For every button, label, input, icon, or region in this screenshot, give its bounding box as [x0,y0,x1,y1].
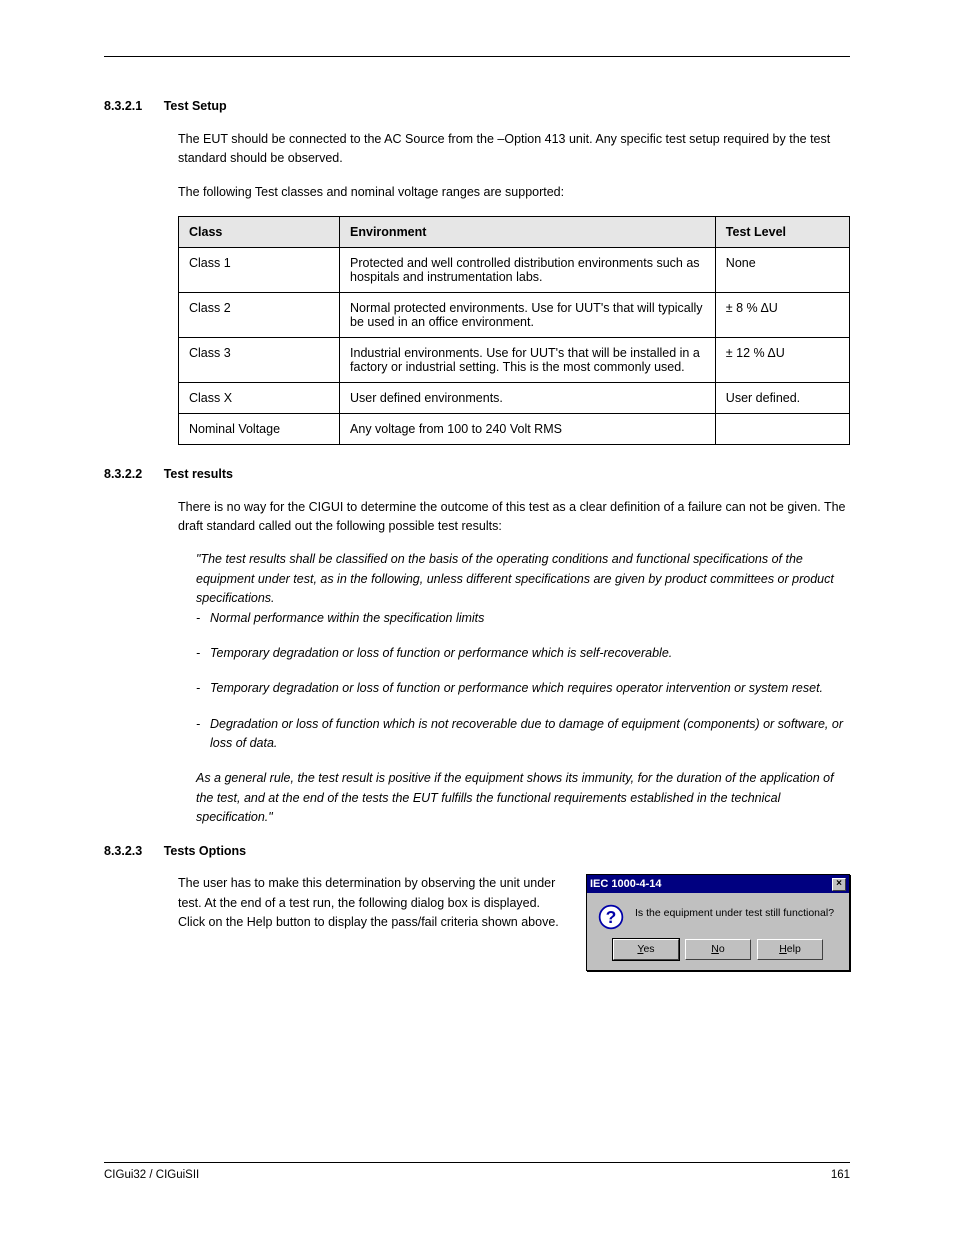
th-class: Class [179,216,340,247]
section-title: Tests Options [164,844,246,858]
cell-class: Class 3 [179,337,340,382]
quote-lead: "The test results shall be classified on… [196,550,850,608]
cell-level: User defined. [715,382,849,413]
cell-class: Class 2 [179,292,340,337]
section-num: 8.3.2.1 [104,99,142,113]
class-table: Class Environment Test Level Class 1 Pro… [178,216,850,445]
no-button[interactable]: No [685,939,751,960]
section-num: 8.3.2.2 [104,467,142,481]
dialog-titlebar: IEC 1000-4-14 × [587,875,849,893]
section-title: Test results [164,467,233,481]
close-icon[interactable]: × [832,878,846,891]
dialog-figure: IEC 1000-4-14 × ? Is the equipment under… [586,874,850,971]
cell-level: None [715,247,849,292]
section-num: 8.3.2.3 [104,844,142,858]
table-row: Class 1 Protected and well controlled di… [179,247,850,292]
quote-list: Normal performance within the specificat… [196,609,850,754]
footer-left: CIGui32 / CIGuiSII [104,1169,199,1181]
dialog-text: Is the equipment under test still functi… [635,903,834,921]
quote-item: Degradation or loss of function which is… [196,715,850,754]
quote-item: Temporary degradation or loss of functio… [196,644,850,663]
cell-env: Industrial environments. Use for UUT's t… [340,337,716,382]
footer-right: 161 [831,1169,850,1181]
help-button[interactable]: Help [757,939,823,960]
th-level: Test Level [715,216,849,247]
setup-para-2: The following Test classes and nominal v… [178,183,850,202]
cell-class: Class X [179,382,340,413]
top-rule [104,56,850,57]
cell-level [715,413,849,444]
dialog-title: IEC 1000-4-14 [590,878,662,890]
page-footer: CIGui32 / CIGuiSII 161 [104,1162,850,1181]
yes-label-rest: es [643,943,654,955]
cell-level: ± 12 % ΔU [715,337,849,382]
quote-tail: As a general rule, the test result is po… [196,769,850,827]
cell-class: Class 1 [179,247,340,292]
yes-button[interactable]: Yes [613,939,679,960]
cell-env: Any voltage from 100 to 240 Volt RMS [340,413,716,444]
help-label-rest: elp [787,943,801,955]
table-row: Nominal Voltage Any voltage from 100 to … [179,413,850,444]
table-row: Class 3 Industrial environments. Use for… [179,337,850,382]
setup-para-1: The EUT should be connected to the AC So… [178,130,850,169]
cell-level: ± 8 % ΔU [715,292,849,337]
no-label-rest: o [719,943,725,955]
table-row: Class X User defined environments. User … [179,382,850,413]
quote-item: Temporary degradation or loss of functio… [196,679,850,698]
cell-env: User defined environments. [340,382,716,413]
th-env: Environment [340,216,716,247]
svg-text:?: ? [606,907,617,927]
section-heading-2: 8.3.2.2 Test results [104,465,850,484]
question-icon: ? [597,903,625,931]
table-row: Class 2 Normal protected environments. U… [179,292,850,337]
table-header-row: Class Environment Test Level [179,216,850,247]
cell-class: Nominal Voltage [179,413,340,444]
section-heading-3: 8.3.2.3 Tests Options [104,842,850,861]
results-para: There is no way for the CIGUI to determi… [178,498,850,537]
section-title: Test Setup [164,99,227,113]
section-heading-1: 8.3.2.1 Test Setup [104,97,850,116]
dialog-window: IEC 1000-4-14 × ? Is the equipment under… [586,874,850,971]
cell-env: Protected and well controlled distributi… [340,247,716,292]
cell-env: Normal protected environments. Use for U… [340,292,716,337]
quote-item: Normal performance within the specificat… [196,609,850,628]
